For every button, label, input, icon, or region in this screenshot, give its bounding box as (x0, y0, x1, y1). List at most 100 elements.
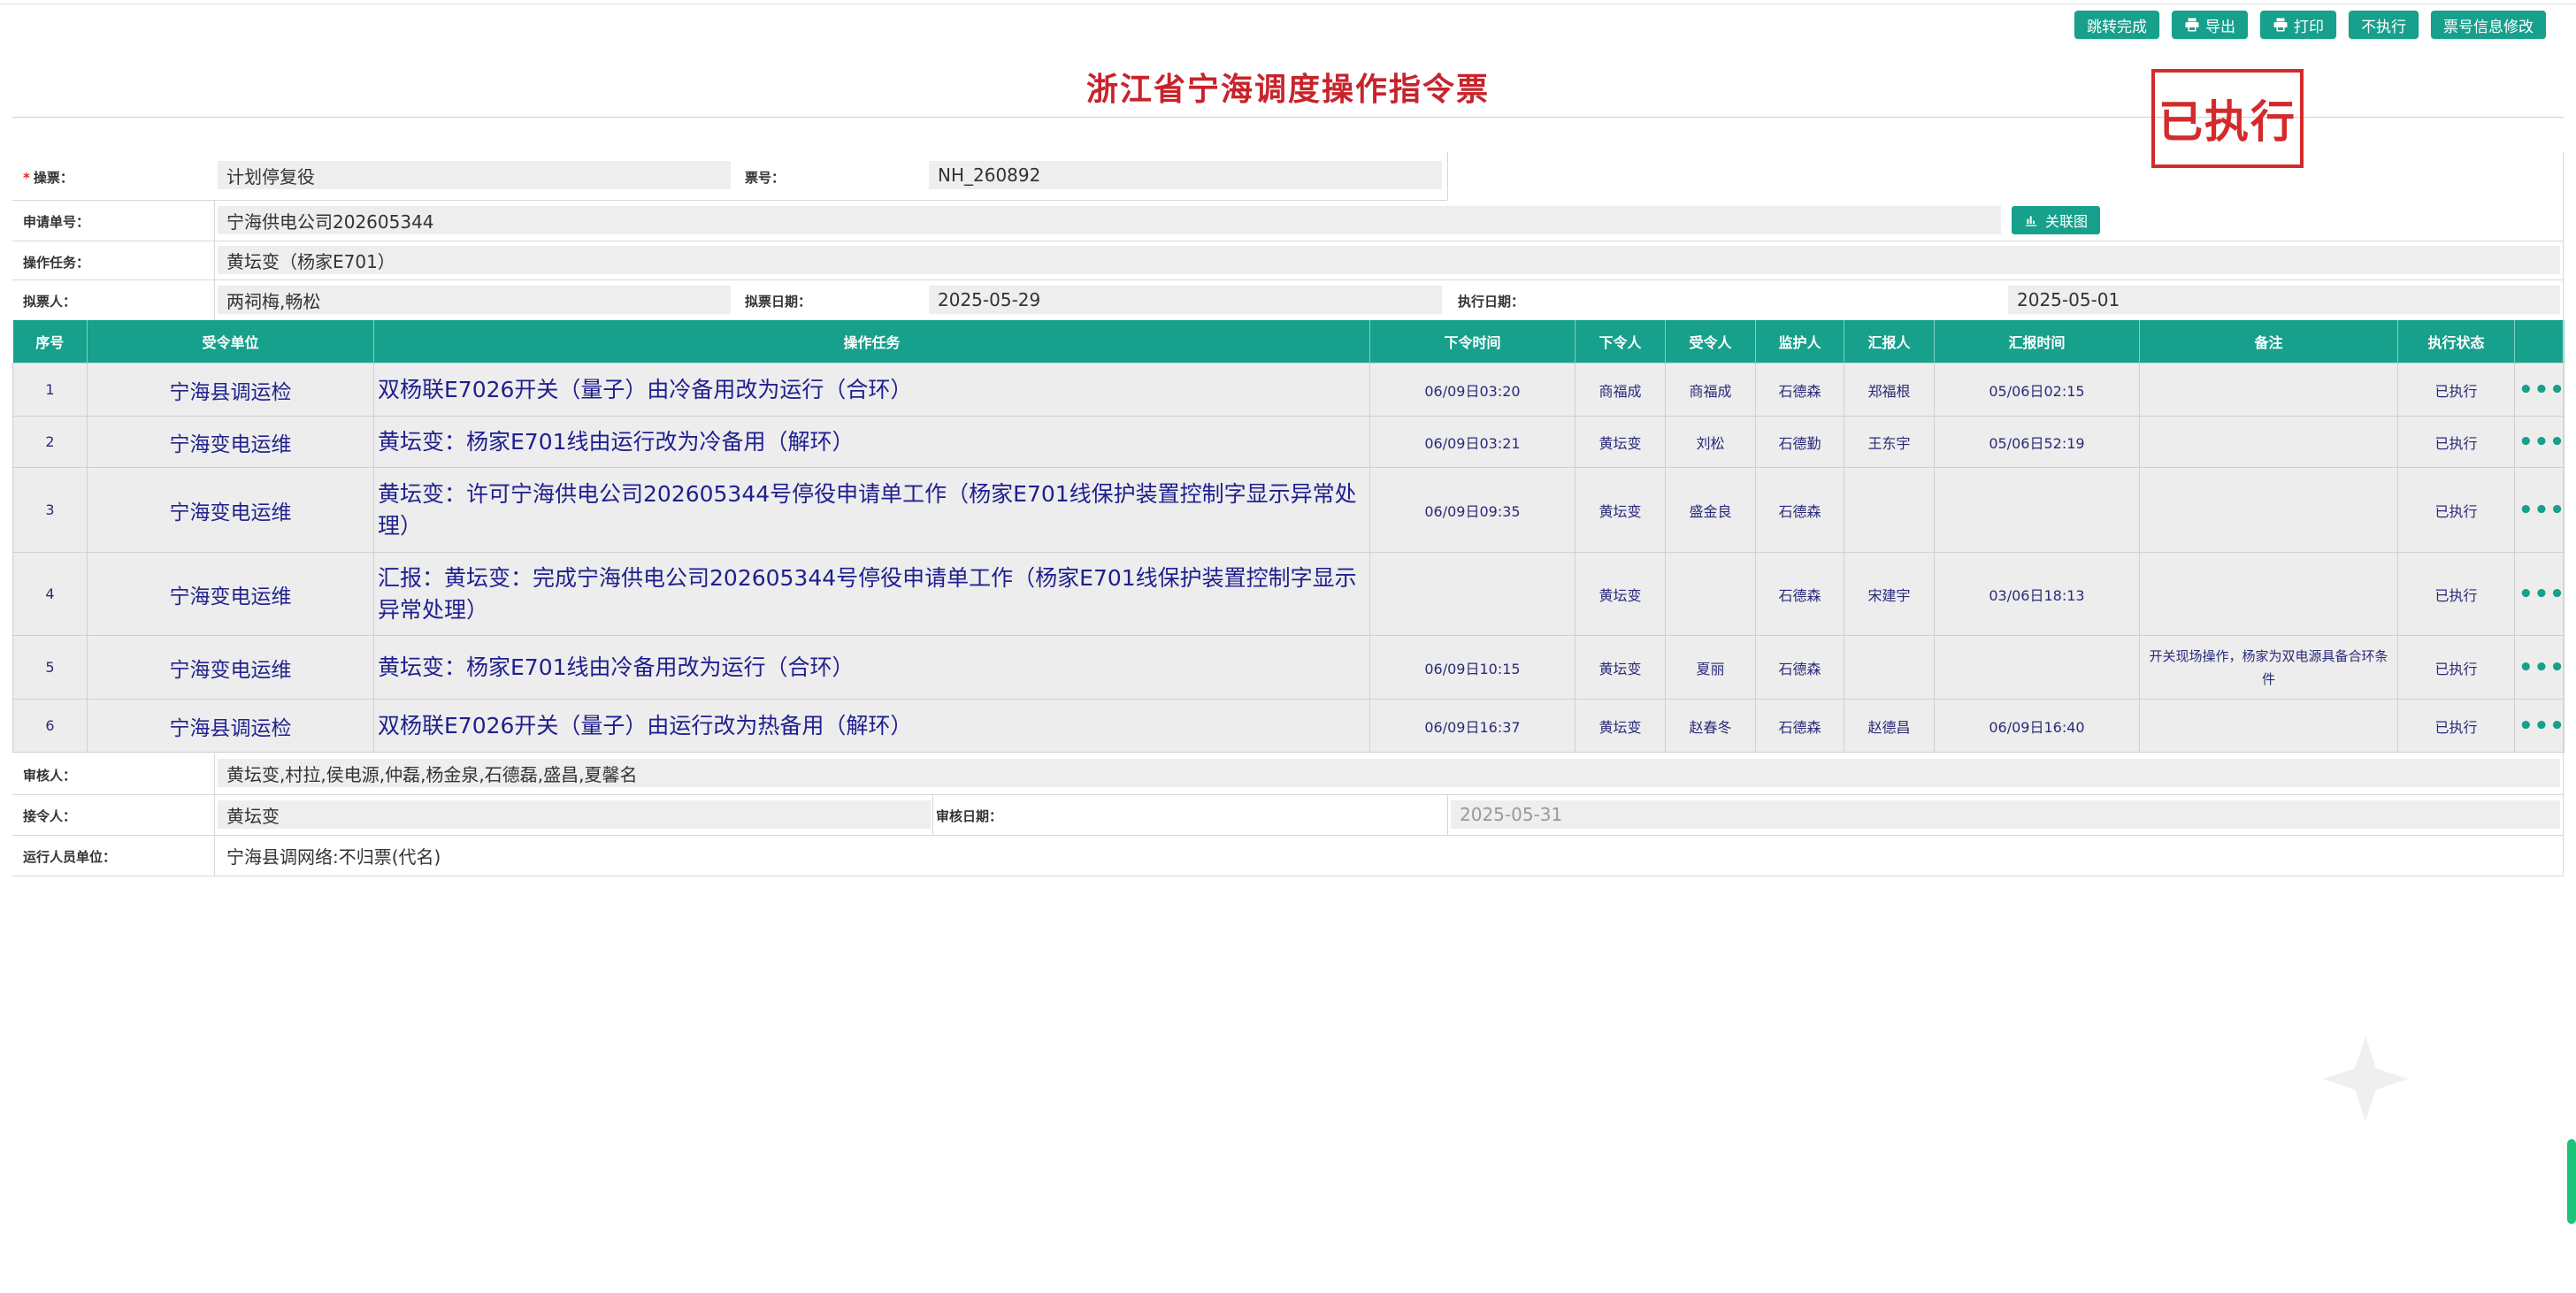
row-monitor: 石德森 (1755, 699, 1844, 753)
review-date-label: 审核日期： (936, 808, 1003, 824)
row-receiver (1665, 552, 1756, 636)
row-actions[interactable]: ••• (2514, 416, 2565, 468)
row-status: 已执行 (2397, 699, 2515, 753)
operating-unit-field[interactable]: 宁海县调网络:不归票(代名) (218, 841, 2560, 869)
more-icon[interactable]: ••• (2518, 377, 2565, 403)
row-reporter (1844, 467, 1935, 553)
label-column-divider (214, 200, 215, 320)
application-number-label: 申请单号： (23, 214, 90, 230)
draft-date-label: 拟票日期： (745, 294, 812, 310)
row-number: 3 (12, 467, 88, 553)
row-number: 6 (12, 699, 88, 753)
chart-icon (2026, 216, 2036, 226)
footer-label-divider (214, 754, 215, 876)
table-row[interactable]: 3 宁海变电运维 黄坛变：许可宁海供电公司202605344号停役申请单工作（杨… (12, 467, 2565, 553)
acceptor-divider (932, 794, 933, 835)
row-station: 宁海变电运维 (87, 416, 374, 468)
export-button[interactable]: 导出 (2172, 11, 2248, 39)
related-diagram-button[interactable]: 关联图 (2012, 206, 2101, 234)
row-actions[interactable]: ••• (2514, 467, 2565, 553)
col-header-reporter: 汇报人 (1844, 320, 1935, 363)
execute-date-field[interactable]: 2025-05-01 (2008, 286, 2560, 314)
more-icon[interactable]: ••• (2518, 497, 2565, 524)
col-header-report-time: 汇报时间 (1934, 320, 2140, 363)
row-reporter: 郑福根 (1844, 363, 1935, 417)
drafter-label: 拟票人： (23, 294, 77, 310)
execute-date-label: 执行日期： (1458, 294, 1525, 310)
row-monitor: 石德森 (1755, 552, 1844, 636)
form-row-reviewers: 审核人： 黄坛变,村拉,侯电源,仲磊,杨金泉,石德磊,盛昌,夏馨名 (12, 754, 2564, 795)
row-task: 黄坛变：杨家E701线由冷备用改为运行（合环） (373, 635, 1370, 700)
row-actions[interactable]: ••• (2514, 699, 2565, 753)
row-number: 2 (12, 416, 88, 468)
row-status: 已执行 (2397, 363, 2515, 417)
row-monitor: 石德森 (1755, 467, 1844, 553)
col-header-actions (2514, 320, 2564, 363)
row-task: 黄坛变：许可宁海供电公司202605344号停役申请单工作（杨家E701线保护装… (373, 467, 1370, 553)
operation-task-label: 操作任务： (23, 255, 90, 271)
row-status: 已执行 (2397, 467, 2515, 553)
drafter-field[interactable]: 两祠梅,畅松 (218, 286, 731, 314)
table-row[interactable]: 6 宁海县调运检 双杨联E7026开关（量子）由运行改为热备用（解环） 06/0… (12, 699, 2565, 753)
print-button[interactable]: 打印 (2260, 11, 2336, 39)
row-receiver: 商福成 (1665, 363, 1756, 417)
row-number: 1 (12, 363, 88, 417)
acceptor-label: 接令人： (23, 808, 77, 824)
acceptor-field[interactable]: 黄坛变 (218, 800, 931, 829)
row-issue-time: 06/09日09:35 (1369, 467, 1576, 553)
form-row-operation-task: 操作任务： 黄坛变（杨家E701） (12, 241, 2564, 280)
row-status: 已执行 (2397, 552, 2515, 636)
more-icon[interactable]: ••• (2518, 713, 2565, 739)
row-issue-time: 06/09日10:15 (1369, 635, 1576, 700)
sparkle-watermark-icon (2323, 1037, 2408, 1121)
table-row[interactable]: 4 宁海变电运维 汇报：黄坛变：完成宁海供电公司202605344号停役申请单工… (12, 552, 2565, 636)
col-header-no: 序号 (12, 320, 88, 363)
more-icon[interactable]: ••• (2518, 429, 2565, 455)
row-status: 已执行 (2397, 635, 2515, 700)
row-receiver: 盛金良 (1665, 467, 1756, 553)
row-number: 5 (12, 635, 88, 700)
reviewers-field[interactable]: 黄坛变,村拉,侯电源,仲磊,杨金泉,石德磊,盛昌,夏馨名 (218, 759, 2560, 787)
row-report-time: 06/09日16:40 (1934, 699, 2140, 753)
col-header-note: 备注 (2139, 320, 2398, 363)
row-station: 宁海县调运检 (87, 363, 374, 417)
row-issuer: 黄坛变 (1575, 416, 1666, 468)
table-row[interactable]: 2 宁海变电运维 黄坛变：杨家E701线由运行改为冷备用（解环） 06/09日0… (12, 416, 2565, 468)
row-reporter: 宋建宇 (1844, 552, 1935, 636)
operation-task-field[interactable]: 黄坛变（杨家E701） (218, 246, 2560, 274)
more-icon[interactable]: ••• (2518, 581, 2565, 608)
row-actions[interactable]: ••• (2514, 635, 2565, 700)
row-receiver: 赵春冬 (1665, 699, 1756, 753)
row-task: 黄坛变：杨家E701线由运行改为冷备用（解环） (373, 416, 1370, 468)
row-monitor: 石德森 (1755, 363, 1844, 417)
row-task: 汇报：黄坛变：完成宁海供电公司202605344号停役申请单工作（杨家E701线… (373, 552, 1370, 636)
row-actions[interactable]: ••• (2514, 363, 2565, 417)
row-actions[interactable]: ••• (2514, 552, 2565, 636)
row-reporter: 赵德昌 (1844, 699, 1935, 753)
edit-ticket-info-button[interactable]: 票号信息修改 (2431, 11, 2546, 39)
row-reporter (1844, 635, 1935, 700)
row-report-time: 05/06日52:19 (1934, 416, 2140, 468)
row-task: 双杨联E7026开关（量子）由运行改为热备用（解环） (373, 699, 1370, 753)
scrollbar-thumb[interactable] (2567, 1139, 2576, 1224)
col-header-status: 执行状态 (2397, 320, 2515, 363)
application-number-field[interactable]: 宁海供电公司202605344 (218, 206, 2001, 234)
row-issue-time: 06/09日03:20 (1369, 363, 1576, 417)
review-date-divider (1447, 794, 1448, 835)
form-row-acceptor: 接令人： 黄坛变 审核日期： 2025-05-31 (12, 794, 2564, 836)
row1-divider (1447, 152, 1448, 200)
col-header-receiver: 受令人 (1665, 320, 1756, 363)
col-header-issue-time: 下令时间 (1369, 320, 1576, 363)
not-execute-button[interactable]: 不执行 (2349, 11, 2419, 39)
right-border (2563, 152, 2564, 876)
row-issuer: 黄坛变 (1575, 467, 1666, 553)
row-status: 已执行 (2397, 416, 2515, 468)
table-row[interactable]: 5 宁海变电运维 黄坛变：杨家E701线由冷备用改为运行（合环） 06/09日1… (12, 635, 2565, 700)
printer-icon (2185, 18, 2199, 32)
jump-complete-button[interactable]: 跳转完成 (2074, 11, 2159, 39)
more-icon[interactable]: ••• (2518, 654, 2565, 681)
review-date-field[interactable]: 2025-05-31 (1451, 800, 2560, 829)
row1-bottom-border (12, 152, 1447, 201)
draft-date-field[interactable]: 2025-05-29 (929, 286, 1442, 314)
table-row[interactable]: 1 宁海县调运检 双杨联E7026开关（量子）由冷备用改为运行（合环） 06/0… (12, 363, 2565, 417)
